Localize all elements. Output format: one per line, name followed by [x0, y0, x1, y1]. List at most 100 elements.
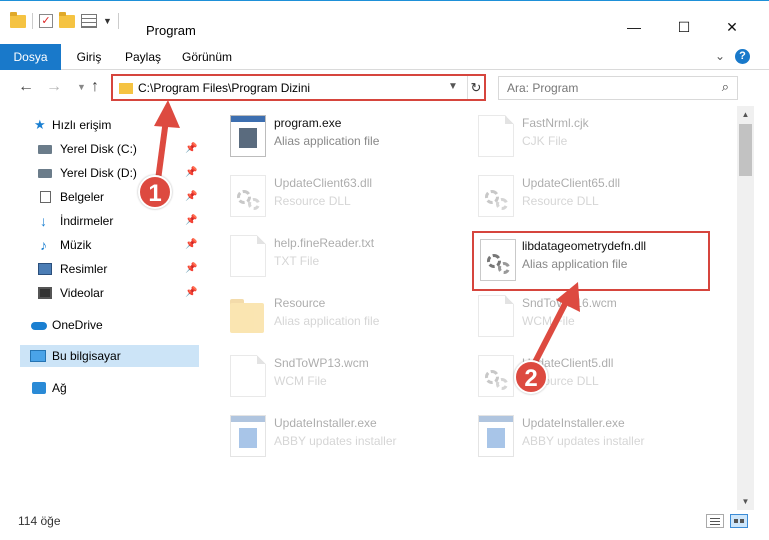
network-icon: [32, 382, 46, 394]
pin-icon[interactable]: 📌: [185, 162, 197, 184]
refresh-icon[interactable]: ↻: [467, 76, 484, 99]
tab-home[interactable]: Giriş: [66, 44, 112, 70]
file-type: Alias application file: [274, 134, 380, 148]
tab-share[interactable]: Paylaş: [118, 44, 168, 70]
toolbar-separator: [32, 13, 33, 29]
file-name: Resource: [274, 296, 326, 310]
new-folder-icon[interactable]: [59, 11, 75, 28]
search-icon[interactable]: ⌕: [722, 79, 729, 95]
sidebar-item-label: Yerel Disk (C:): [60, 142, 137, 156]
document-icon: [40, 191, 51, 203]
scroll-thumb[interactable]: [739, 124, 752, 176]
pin-icon[interactable]: 📌: [185, 282, 197, 304]
maximize-button[interactable]: ☐: [661, 15, 707, 39]
sidebar-item-this-pc[interactable]: Bu bilgisayar: [20, 345, 199, 367]
properties-icon[interactable]: [81, 14, 97, 28]
address-dropdown-icon[interactable]: ▼: [448, 81, 458, 92]
sidebar-item-label: OneDrive: [52, 318, 103, 332]
file-name: SndToWP16.wcm: [522, 296, 617, 310]
file-type: Alias application file: [274, 314, 380, 328]
pin-icon[interactable]: 📌: [185, 210, 197, 232]
help-icon[interactable]: ?: [735, 49, 750, 64]
pin-icon[interactable]: 📌: [185, 186, 197, 208]
sidebar-item-videos[interactable]: Videolar 📌: [0, 282, 200, 304]
navigation-bar: ← → ▼ ↑ C:\Program Files\Program Dizini …: [0, 70, 769, 106]
pin-icon[interactable]: 📌: [185, 258, 197, 280]
gear-file-icon: [478, 355, 514, 397]
file-name: SndToWP13.wcm: [274, 356, 369, 370]
scroll-up-arrow-icon[interactable]: ▲: [737, 106, 754, 123]
large-icons-view-icon[interactable]: [730, 514, 748, 528]
gear-file-icon: [478, 175, 514, 217]
address-path[interactable]: C:\Program Files\Program Dizini: [138, 81, 310, 95]
recent-locations-dropdown-icon[interactable]: ▼: [77, 82, 86, 92]
sidebar-item-local-disk-d[interactable]: Yerel Disk (D:) 📌: [0, 162, 200, 184]
tab-file[interactable]: Dosya: [0, 44, 61, 70]
file-name: UpdateClient65.dll: [522, 176, 621, 190]
pin-icon[interactable]: 📌: [185, 234, 197, 256]
back-arrow-icon[interactable]: ←: [18, 78, 34, 96]
file-item-updateinstaller[interactable]: UpdateInstaller.exe ABBY updates install…: [230, 412, 470, 464]
expand-ribbon-chevron-icon[interactable]: ⌄: [715, 49, 725, 63]
file-type: ABBY updates installer: [522, 434, 645, 448]
sidebar-item-label: Hızlı erişim: [52, 118, 112, 132]
file-type: WCM File: [274, 374, 327, 388]
sidebar-item-label: Resimler: [60, 262, 108, 276]
document-icon: [230, 235, 266, 277]
minimize-button[interactable]: —: [611, 15, 657, 39]
file-item-resource-folder[interactable]: Resource Alias application file: [230, 292, 470, 344]
details-view-icon[interactable]: [706, 514, 724, 528]
file-item-sndtowp13[interactable]: SndToWP13.wcm WCM File: [230, 352, 470, 404]
customize-toolbar-dropdown-icon[interactable]: ▼: [103, 16, 112, 26]
file-item-updateclient63[interactable]: UpdateClient63.dll Resource DLL: [230, 172, 470, 224]
sidebar-item-network[interactable]: Ağ: [0, 377, 200, 399]
file-name: program.exe: [274, 116, 342, 130]
document-icon: [230, 355, 266, 397]
file-item-updateinstaller-2[interactable]: UpdateInstaller.exe ABBY updates install…: [478, 412, 718, 464]
pin-icon[interactable]: 📌: [185, 138, 197, 160]
file-item-help-txt[interactable]: help.fineReader.txt TXT File: [230, 232, 470, 284]
disk-icon: [38, 145, 52, 154]
address-bar[interactable]: C:\Program Files\Program Dizini ▼ ↻: [111, 74, 486, 101]
file-item-program-exe[interactable]: program.exe Alias application file: [230, 112, 470, 164]
vertical-scrollbar[interactable]: ▲ ▼: [737, 106, 754, 510]
computer-icon: [30, 350, 46, 362]
scroll-down-arrow-icon[interactable]: ▼: [737, 493, 754, 510]
file-type: Alias application file: [522, 257, 628, 271]
file-type: ABBY updates installer: [274, 434, 397, 448]
file-item-libdatageometrydefn[interactable]: libdatageometrydefn.dll Alias applicatio…: [472, 231, 710, 291]
sidebar-item-pictures[interactable]: Resimler 📌: [0, 258, 200, 280]
star-icon: ★: [34, 117, 46, 132]
tab-view[interactable]: Görünüm: [176, 44, 238, 70]
sidebar-item-downloads[interactable]: ↓ İndirmeler 📌: [0, 210, 200, 232]
close-button[interactable]: ✕: [709, 15, 755, 39]
item-count: 114 öğe: [18, 514, 61, 528]
file-type: Resource DLL: [522, 194, 599, 208]
file-type: TXT File: [274, 254, 320, 268]
sidebar-item-label: İndirmeler: [60, 214, 114, 228]
ribbon: Dosya Giriş Paylaş Görünüm ⌄ ?: [0, 44, 769, 70]
file-type: Resource DLL: [274, 194, 351, 208]
forward-arrow-icon[interactable]: →: [46, 78, 62, 96]
exe-icon: [230, 115, 266, 157]
sidebar-item-local-disk-c[interactable]: Yerel Disk (C:) 📌: [0, 138, 200, 160]
file-item-updateclient65[interactable]: UpdateClient65.dll Resource DLL: [478, 172, 718, 224]
video-icon: [38, 287, 52, 299]
file-item-sndtowp16[interactable]: SndToWP16.wcm WCM File: [478, 292, 718, 344]
sidebar-item-onedrive[interactable]: OneDrive: [0, 314, 200, 336]
callout-badge-1: 1: [138, 175, 172, 209]
search-input[interactable]: [507, 80, 707, 96]
up-arrow-icon[interactable]: ↑: [91, 78, 99, 96]
file-name: libdatageometrydefn.dll: [522, 239, 647, 253]
status-bar: 114 öğe: [0, 510, 769, 540]
sidebar-item-quick-access[interactable]: ★ Hızlı erişim: [0, 114, 200, 136]
file-item-fastnrml[interactable]: FastNrml.cjk CJK File: [478, 112, 718, 164]
toolbar-separator: [117, 13, 119, 29]
music-icon: ♪: [40, 237, 47, 253]
download-icon: ↓: [40, 213, 47, 229]
properties-check-icon[interactable]: ✓: [39, 14, 53, 28]
folder-icon: [230, 295, 266, 337]
sidebar-item-label: Bu bilgisayar: [52, 349, 121, 363]
sidebar-item-music[interactable]: ♪ Müzik 📌: [0, 234, 200, 256]
search-box[interactable]: ⌕: [498, 76, 738, 100]
